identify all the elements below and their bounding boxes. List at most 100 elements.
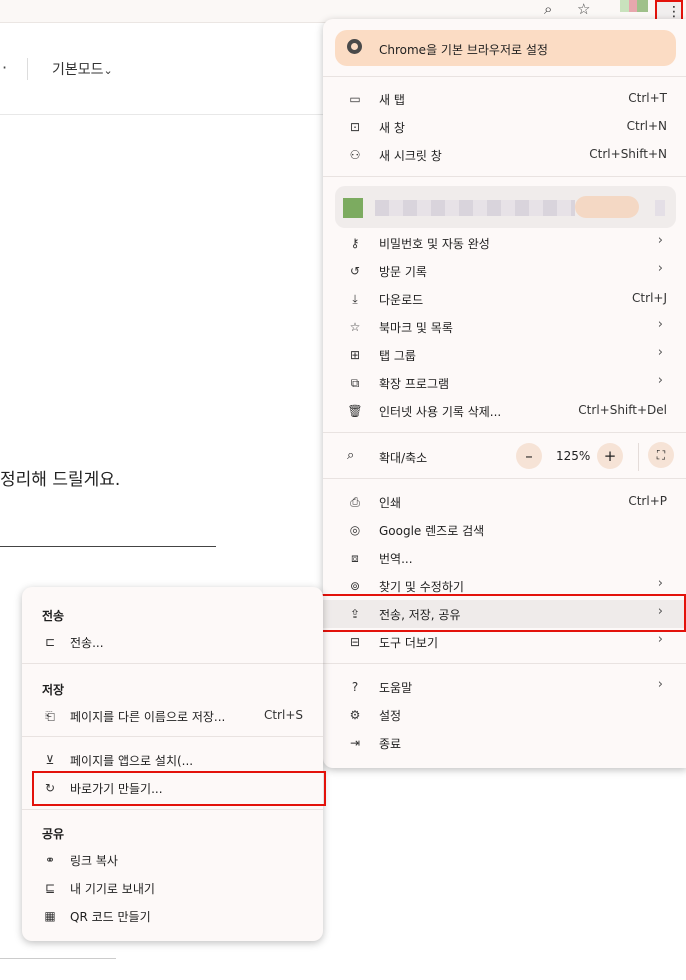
menu-item-label: 새 창 <box>379 121 405 135</box>
menu-item-print[interactable]: ⎙ 인쇄 Ctrl+P <box>323 488 686 516</box>
menu-item-shortcut: Ctrl+J <box>632 291 667 305</box>
submenu-item-install-app[interactable]: ⊻ 페이지를 앱으로 설치(... <box>22 746 323 774</box>
menu-item-tab-groups[interactable]: ⊞ 탭 그룹 › <box>323 341 686 369</box>
exit-icon: ⇥ <box>349 736 361 750</box>
chevron-right-icon: › <box>657 345 663 360</box>
save-page-icon: ⎗ <box>45 709 55 723</box>
menu-item-label: 방문 기록 <box>379 265 427 279</box>
submenu-item-label: 전송... <box>70 636 104 650</box>
menu-item-new-window[interactable]: ⊡ 새 창 Ctrl+N <box>323 113 686 141</box>
menu-item-settings[interactable]: ⚙ 설정 <box>323 701 686 729</box>
zoom-icon: ⌕ <box>347 448 355 463</box>
menu-item-shortcut: Ctrl+Shift+Del <box>578 403 667 417</box>
menu-item-translate[interactable]: ⧈ 번역... <box>323 544 686 572</box>
new-window-icon: ⊡ <box>349 120 361 134</box>
chevron-right-icon: › <box>657 632 663 647</box>
menu-item-label: 북마크 및 목록 <box>379 321 453 335</box>
submenu-item-label: 페이지를 앱으로 설치(... <box>70 754 194 768</box>
profile-avatar[interactable] <box>620 0 648 12</box>
menu-item-downloads[interactable]: ⤓ 다운로드 Ctrl+J <box>323 285 686 313</box>
submenu-item-shortcut: Ctrl+S <box>263 708 303 722</box>
bookmark-star-icon[interactable]: ☆ <box>577 0 590 18</box>
submenu-item-save-as[interactable]: ⎗ 페이지를 다른 이름으로 저장... Ctrl+S <box>22 702 323 730</box>
submenu-item-send-to-device[interactable]: ⊑ 내 기기로 보내기 <box>22 874 323 902</box>
submenu-item-copy-link[interactable]: ⚭ 링크 복사 <box>22 846 323 874</box>
menu-item-bookmarks[interactable]: ☆ 북마크 및 목록 › <box>323 313 686 341</box>
toolbox-icon: ⊟ <box>349 635 361 649</box>
menu-item-shortcut: Ctrl+T <box>628 91 667 105</box>
mode-dropdown[interactable]: 기본모드⌄ <box>52 59 113 79</box>
help-icon: ? <box>351 680 359 694</box>
menu-item-google-lens[interactable]: ◎ Google 렌즈로 검색 <box>323 516 686 544</box>
highlight-box-shortcut <box>32 771 326 806</box>
link-icon: ⚭ <box>44 853 56 867</box>
page-separator <box>27 58 28 80</box>
history-icon: ↺ <box>349 264 361 278</box>
chevron-down-icon: ⌄ <box>103 64 113 77</box>
chrome-logo-icon <box>347 39 362 54</box>
cast-icon: ⊏ <box>44 635 56 649</box>
menu-item-label: 확장 프로그램 <box>379 377 450 391</box>
chevron-right-icon: › <box>657 233 663 248</box>
menu-item-more-tools[interactable]: ⊟ 도구 더보기 › <box>323 628 686 656</box>
menu-item-label: Google 렌즈로 검색 <box>379 524 485 538</box>
lens-icon: ◎ <box>349 523 361 537</box>
menu-item-clear-history[interactable]: 🗑︎ 인터넷 사용 기록 삭제... Ctrl+Shift+Del <box>323 397 686 425</box>
submenu-divider <box>22 663 323 664</box>
menu-item-shortcut: Ctrl+N <box>626 119 667 133</box>
zoom-separator <box>638 443 639 471</box>
share-header: 공유 <box>42 827 65 841</box>
menu-item-label: 인쇄 <box>379 496 402 510</box>
zoom-out-button[interactable]: – <box>516 443 542 469</box>
chevron-right-icon: › <box>657 261 663 276</box>
star-icon: ☆ <box>349 320 361 334</box>
menu-divider <box>323 663 686 664</box>
menu-divider <box>323 176 686 177</box>
submenu-divider <box>22 809 323 810</box>
menu-item-incognito[interactable]: ⚇ 새 시크릿 창 Ctrl+Shift+N <box>323 141 686 169</box>
menu-item-label: 다운로드 <box>379 293 424 307</box>
chevron-right-icon: › <box>657 373 663 388</box>
set-default-browser-button[interactable]: Chrome을 기본 브라우저로 설정 <box>335 30 676 66</box>
submenu-item-cast[interactable]: ⊏ 전송... <box>22 628 323 656</box>
menu-item-label: 종료 <box>379 737 402 751</box>
menu-item-exit[interactable]: ⇥ 종료 <box>323 729 686 757</box>
fullscreen-button[interactable]: ⛶ <box>648 442 674 468</box>
submenu-item-label: 내 기기로 보내기 <box>70 882 155 896</box>
page-bottom-line <box>0 958 116 959</box>
menu-item-new-tab[interactable]: ▭ 새 탭 Ctrl+T <box>323 85 686 113</box>
menu-item-label: 인터넷 사용 기록 삭제... <box>379 405 502 419</box>
page-dot: · <box>2 58 8 77</box>
menu-item-label: 새 시크릿 창 <box>379 149 442 163</box>
zoom-in-button[interactable]: + <box>597 443 623 469</box>
menu-item-extensions[interactable]: ⧉ 확장 프로그램 › <box>323 369 686 397</box>
incognito-icon: ⚇ <box>349 148 361 162</box>
devices-icon: ⊑ <box>44 881 56 895</box>
key-icon: ⚷ <box>350 236 360 250</box>
menu-item-label: 비밀번호 및 자동 완성 <box>379 237 490 251</box>
page-input-underline <box>0 546 216 547</box>
submenu-item-label: 링크 복사 <box>70 854 118 868</box>
profile-extra-blurred <box>655 200 665 216</box>
menu-item-help[interactable]: ? 도움말 › <box>323 673 686 701</box>
menu-item-shortcut: Ctrl+P <box>628 494 667 508</box>
profile-row[interactable] <box>335 186 676 228</box>
submenu-item-label: 페이지를 다른 이름으로 저장... <box>70 710 226 724</box>
chrome-main-menu: Chrome을 기본 브라우저로 설정 ▭ 새 탭 Ctrl+T ⊡ 새 창 C… <box>323 19 686 768</box>
submenu-divider <box>22 736 323 737</box>
menu-item-label: 도구 더보기 <box>379 636 439 650</box>
submenu-item-qr-code[interactable]: ▦ QR 코드 만들기 <box>22 902 323 930</box>
zoom-label: 확대/축소 <box>379 451 428 465</box>
mode-label: 기본모드 <box>52 62 104 78</box>
download-icon: ⤓ <box>352 292 358 306</box>
menu-item-passwords[interactable]: ⚷ 비밀번호 및 자동 완성 › <box>323 229 686 257</box>
profile-badge-blurred <box>575 196 639 218</box>
zoom-icon[interactable]: ⌕ <box>544 0 552 18</box>
cast-save-share-submenu: 전송 ⊏ 전송... 저장 ⎗ 페이지를 다른 이름으로 저장... Ctrl+… <box>22 587 323 941</box>
trash-icon: 🗑︎ <box>347 404 363 418</box>
page-body-text: 정리해 드릴게요. <box>0 470 121 490</box>
fullscreen-icon: ⛶ <box>656 448 666 462</box>
cast-header: 전송 <box>42 609 65 623</box>
menu-item-history[interactable]: ↺ 방문 기록 › <box>323 257 686 285</box>
translate-icon: ⧈ <box>351 551 359 565</box>
